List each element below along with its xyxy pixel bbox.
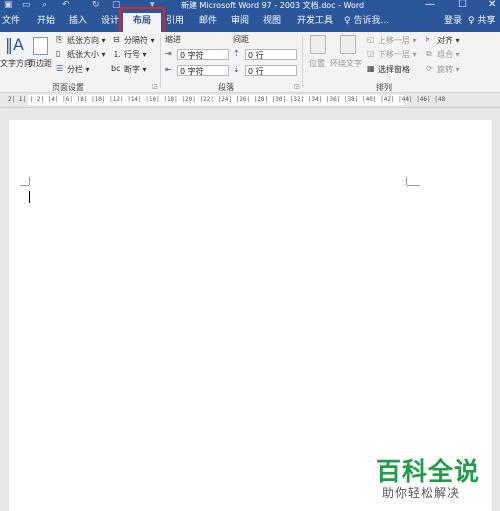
tab-review[interactable]: 审阅 — [228, 13, 252, 32]
bring-forward-button[interactable]: 上移一层 ▾ — [378, 35, 417, 46]
title-bar: ▣ ▭ ⌕ ↶ ↻ ▢ ▾ 新建 Microsoft Word 97 - 200… — [0, 0, 500, 13]
tab-developer[interactable]: 开发工具 — [293, 13, 337, 32]
watermark-slogan: 助你轻松解决 — [382, 486, 461, 500]
orientation-button[interactable]: 纸张方向 ▾ — [67, 35, 106, 46]
spacing-after-icon: ⇣ — [233, 65, 240, 74]
position-button[interactable]: 位置 — [309, 58, 325, 69]
breaks-icon: ⊟ — [113, 35, 120, 44]
text-cursor — [29, 191, 30, 203]
orientation-icon: ⎘ — [56, 35, 63, 44]
ribbon: ‖A 文字方向 页边距 ⎘ 纸张方向 ▾ ▯ 纸张大小 ▾ ☰ 分栏 ▾ ⊟ 分… — [0, 32, 500, 93]
rotate-button[interactable]: 旋转 ▾ — [437, 64, 460, 75]
tab-view[interactable]: 视图 — [260, 13, 284, 32]
margin-corner-mark — [407, 185, 420, 186]
minimize-button[interactable]: — — [425, 0, 435, 10]
position-icon — [310, 35, 326, 54]
spacing-label: 间距 — [233, 35, 249, 44]
spacing-after-input[interactable]: 0 行 — [245, 65, 297, 76]
columns-icon: ☰ — [56, 64, 64, 73]
tell-me-search[interactable]: ♀ 告诉我... — [344, 13, 389, 30]
line-numbers-button[interactable]: 行号 ▾ — [124, 49, 147, 60]
text-direction-icon: ‖A — [5, 35, 24, 54]
wrap-text-button[interactable]: 环绕文字 — [330, 58, 362, 69]
rotate-icon: ⟳ — [426, 64, 433, 73]
redo-icon[interactable]: ↻ — [92, 0, 100, 12]
page-setup-launcher-icon[interactable]: ◲ — [152, 83, 158, 90]
margin-corner-mark — [20, 185, 29, 186]
paragraph-group-label: 段落 — [218, 83, 234, 92]
close-button[interactable]: ✕ — [488, 0, 496, 10]
group-divider — [302, 35, 303, 88]
page-setup-group-label: 页面设置 — [52, 83, 84, 92]
indent-right-icon: ⇤ — [165, 65, 172, 74]
ribbon-tabs: 文件 开始 插入 设计 布局 引用 邮件 审阅 视图 开发工具 ♀ 告诉我...… — [0, 13, 500, 32]
spacing-before-icon: ⇡ — [233, 49, 240, 58]
indent-label: 缩进 — [165, 35, 181, 44]
selection-pane-icon: ▦ — [367, 64, 375, 73]
margin-corner-mark — [29, 177, 30, 185]
breaks-button[interactable]: 分隔符 ▾ — [124, 35, 155, 46]
margins-button[interactable]: 页边距 — [28, 58, 52, 69]
hyphenation-icon: bc — [111, 64, 121, 73]
tab-file[interactable]: 文件 — [0, 13, 22, 32]
group-button[interactable]: 组合 ▾ — [437, 49, 460, 60]
sign-in-link[interactable]: 登录 — [444, 13, 462, 30]
selection-pane-button[interactable]: 选择窗格 — [378, 64, 410, 75]
undo-icon[interactable]: ↶ — [62, 0, 70, 12]
tab-references[interactable]: 引用 — [163, 13, 187, 32]
send-backward-button[interactable]: 下移一层 ▾ — [378, 49, 417, 60]
spacing-before-input[interactable]: 0 行 — [245, 49, 297, 60]
group-icon: ⧉ — [426, 49, 432, 58]
indent-left-input[interactable]: 0 字符 — [177, 49, 229, 60]
paper-size-icon: ▯ — [56, 49, 61, 58]
tab-home[interactable]: 开始 — [34, 13, 58, 32]
window-title: 新建 Microsoft Word 97 - 2003 文档.doc - Wor… — [181, 1, 365, 10]
line-numbers-icon: ⒈ — [113, 50, 121, 59]
highlight-box — [119, 7, 165, 34]
save-icon[interactable]: ▭ — [22, 0, 31, 12]
paragraph-launcher-icon[interactable]: ◲ — [294, 83, 300, 90]
bring-forward-icon: ◱ — [367, 35, 375, 44]
word-logo-icon: ▣ — [4, 0, 13, 10]
hyphenation-button[interactable]: 断字 ▾ — [124, 64, 147, 75]
wrap-text-icon — [340, 35, 356, 54]
vertical-ruler[interactable] — [0, 108, 6, 511]
margins-icon — [33, 37, 48, 55]
share-button[interactable]: ♀ 共享 — [468, 13, 495, 30]
align-icon: ⊧ — [426, 35, 431, 44]
size-button[interactable]: 纸张大小 ▾ — [67, 49, 106, 60]
columns-button[interactable]: 分栏 ▾ — [67, 64, 90, 75]
margin-corner-mark — [406, 177, 407, 185]
maximize-button[interactable]: ☐ — [458, 0, 467, 10]
watermark-brand: 百科全说 — [376, 457, 481, 486]
tab-insert[interactable]: 插入 — [66, 13, 90, 32]
indent-right-input[interactable]: 0 字符 — [177, 65, 229, 76]
align-button[interactable]: 对齐 ▾ — [437, 35, 460, 46]
send-backward-icon: ◲ — [367, 49, 375, 58]
horizontal-ruler[interactable]: 2| 1| | 2| |4| |6| |8| |10| |12| |14| |1… — [0, 93, 500, 108]
arrange-group-label: 排列 — [376, 83, 392, 92]
indent-left-icon: ⇥ — [165, 49, 172, 58]
print-preview-icon[interactable]: ⌕ — [42, 0, 47, 12]
tab-mailings[interactable]: 邮件 — [196, 13, 220, 32]
group-divider — [160, 35, 161, 88]
ruler-ticks: 2| 1| | 2| |4| |6| |8| |10| |12| |14| |1… — [8, 96, 446, 103]
